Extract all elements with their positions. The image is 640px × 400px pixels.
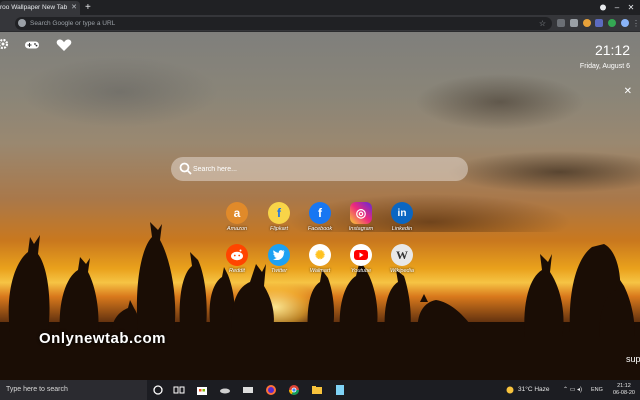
shortcut-label: Instagram [348, 226, 374, 232]
google-icon [18, 19, 26, 27]
search-icon [179, 162, 192, 175]
flipkart-icon: f [268, 202, 290, 224]
tab-strip: roo Wallpaper New Tab Th ✕ + – ✕ [0, 0, 640, 15]
file-explorer-icon[interactable] [311, 384, 323, 396]
shortcut-label: Youtube [350, 268, 372, 274]
twitter-icon [268, 244, 290, 266]
taskbar-clock[interactable]: 21:12 06-08-20 [613, 383, 635, 397]
task-view-icon[interactable] [173, 384, 185, 396]
search-input[interactable] [193, 157, 453, 181]
shortcut-label: Reddit [229, 268, 245, 274]
extension-icon[interactable] [557, 19, 565, 27]
minimize-icon [600, 4, 606, 11]
store-icon[interactable] [196, 384, 208, 396]
gear-icon[interactable] [0, 38, 9, 50]
shortcut-label: Facebook [307, 226, 333, 232]
taskbar-clock-time: 21:12 [617, 383, 631, 389]
shortcut-label: Wikipedia [390, 268, 414, 274]
extension-icon[interactable] [595, 19, 603, 27]
shortcut-facebook[interactable]: f Facebook [300, 202, 340, 232]
weather-icon[interactable] [504, 384, 516, 396]
shortcut-label: Linkedin [391, 226, 413, 232]
walmart-icon: ✺ [309, 244, 331, 266]
bookmark-star-icon[interactable]: ☆ [539, 17, 546, 30]
screen: roo Wallpaper New Tab Th ✕ + – ✕ ☆ ⋮ [0, 0, 640, 400]
weather-text[interactable]: 31°C Haze [518, 380, 550, 400]
taskbar-search[interactable]: Type here to search [0, 380, 147, 400]
youtube-icon [350, 244, 372, 266]
extension-icon[interactable] [570, 19, 578, 27]
new-tab-page: 21:12 Friday, August 6 ✕ a Amazon f Flip… [0, 32, 640, 380]
minimize-button[interactable] [596, 0, 610, 15]
tab-active[interactable]: roo Wallpaper New Tab Th ✕ [0, 1, 80, 15]
browser-toolbar: ☆ ⋮ [0, 15, 640, 32]
shortcut-twitter[interactable]: Twitter [259, 244, 299, 274]
linkedin-icon: in [391, 202, 413, 224]
shortcut-label: Walmart [309, 268, 331, 274]
taskbar-search-placeholder: Type here to search [6, 386, 68, 393]
maximize-button[interactable]: – [610, 0, 624, 15]
reddit-icon [226, 244, 248, 266]
amazon-icon: a [226, 202, 248, 224]
shortcut-walmart[interactable]: ✺ Walmart [300, 244, 340, 274]
clock-date: Friday, August 6 [579, 63, 630, 70]
notepad-icon[interactable] [334, 384, 346, 396]
profile-avatar[interactable] [621, 19, 629, 27]
tab-title: roo Wallpaper New Tab Th [0, 4, 67, 11]
shortcut-flipkart[interactable]: f Flipkart [259, 202, 299, 232]
close-icon[interactable]: ✕ [624, 86, 632, 97]
tray-icons[interactable]: ⌃ ▭ ◂) [563, 380, 582, 400]
shortcut-reddit[interactable]: Reddit [217, 244, 257, 274]
facebook-icon: f [309, 202, 331, 224]
search-bar[interactable] [171, 157, 468, 181]
support-text: sup [626, 354, 640, 364]
shortcut-instagram[interactable]: ◎ Instagram [341, 202, 381, 232]
heart-icon[interactable] [56, 39, 72, 52]
shortcut-linkedin[interactable]: in Linkedin [382, 202, 422, 232]
omnibox[interactable]: ☆ [15, 17, 552, 30]
instagram-icon: ◎ [350, 202, 372, 224]
shortcut-label: Amazon [226, 226, 248, 232]
wikipedia-icon: W [391, 244, 413, 266]
shortcut-amazon[interactable]: a Amazon [217, 202, 257, 232]
taskbar-clock-date: 06-08-20 [612, 390, 635, 396]
menu-icon[interactable]: ⋮ [631, 15, 640, 32]
extension-icon[interactable] [583, 19, 591, 27]
shortcut-youtube[interactable]: Youtube [341, 244, 381, 274]
brand-watermark: Onlynewtab.com [39, 330, 167, 347]
chrome-icon[interactable] [288, 384, 300, 396]
extension-icon[interactable] [608, 19, 616, 27]
shortcut-label: Twitter [270, 268, 288, 274]
close-window-button[interactable]: ✕ [624, 0, 638, 15]
omnibox-input[interactable] [30, 17, 530, 30]
taskbar: Type here to search 31°C Haze ⌃ ▭ ◂) ENG… [0, 380, 640, 400]
tab-close-icon[interactable]: ✕ [71, 1, 77, 15]
cloud-app-icon[interactable] [219, 384, 231, 396]
mail-icon[interactable] [242, 384, 254, 396]
shortcut-label: Flipkart [269, 226, 289, 232]
firefox-icon[interactable] [265, 384, 277, 396]
language-indicator[interactable]: ENG [591, 380, 603, 400]
clock-time: 21:12 [594, 42, 630, 58]
new-tab-button[interactable]: + [85, 0, 91, 15]
shortcut-wikipedia[interactable]: W Wikipedia [382, 244, 422, 274]
gamepad-icon[interactable] [24, 40, 40, 50]
cortana-icon[interactable] [152, 384, 164, 396]
